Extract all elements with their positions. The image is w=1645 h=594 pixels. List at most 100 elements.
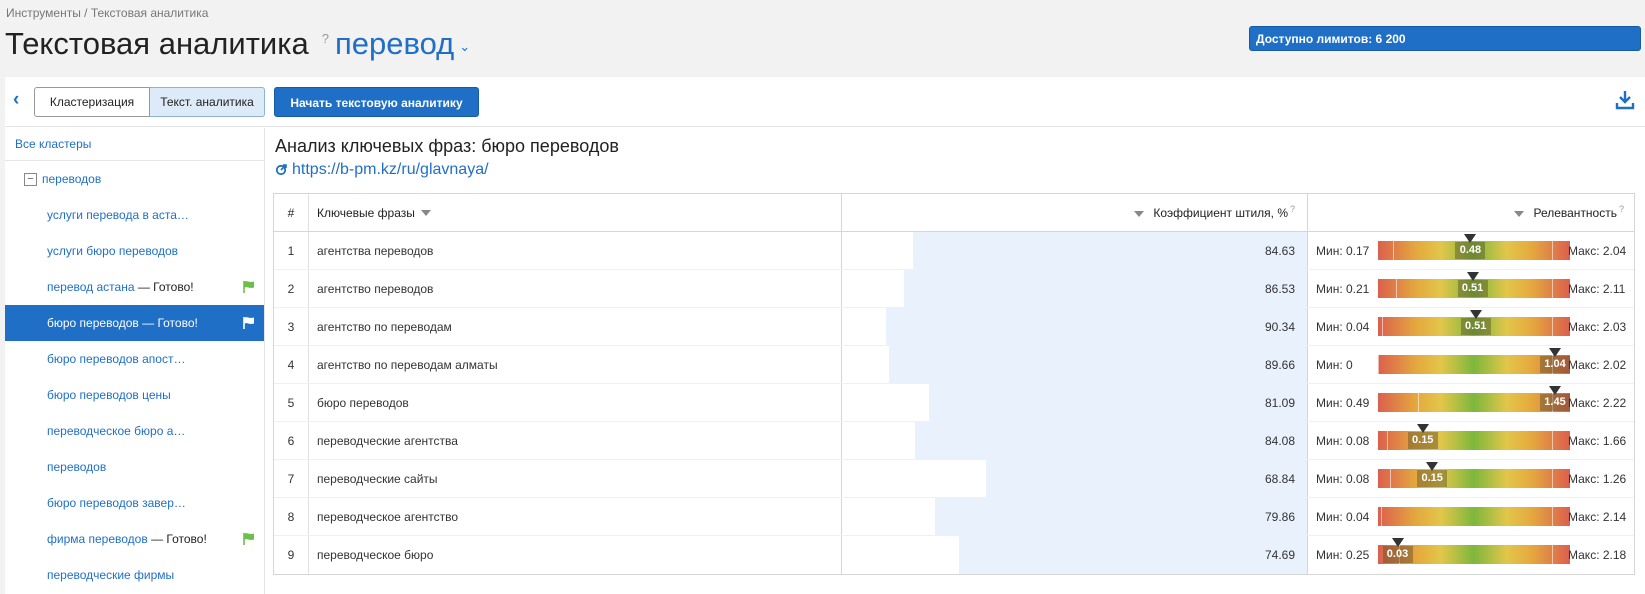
row-number: 4 [274,346,309,383]
mode-switch: Кластеризация Текст. аналитика [34,87,265,117]
relevance-gauge: 0.51 [1378,272,1570,298]
row-number: 1 [274,232,309,269]
coef-bar [958,536,1307,574]
row-number: 7 [274,460,309,497]
row-coef: 84.08 [842,422,1308,460]
collapse-icon[interactable]: − [24,172,37,186]
relevance-gauge [1378,507,1570,526]
relevance-value: 1.45 [1540,394,1570,411]
gauge-tick [1381,507,1383,526]
sidebar-item-label: переводческие фирмы [47,568,175,582]
sort-icon[interactable] [420,209,431,216]
main-panel: ‹ Кластеризация Текст. аналитика Начать … [5,77,1645,594]
table-row[interactable]: 7 переводческие сайты 68.84 Мин: 0.08 0.15 Ма… [274,460,1634,498]
col-phrase-header[interactable]: Ключевые фразы [309,194,842,231]
table-row[interactable]: 1 агентства переводов 84.63 Мин: 0.17 0.48 Ма… [274,232,1634,270]
sidebar-item[interactable]: переводов [5,449,264,485]
row-coef: 90.34 [842,308,1308,346]
gauge-tick [1551,469,1553,488]
sidebar-item[interactable]: бюро переводов цены [5,377,264,413]
coef-bar [986,460,1307,498]
tab-text-analytics[interactable]: Текст. аналитика [150,87,265,117]
col-rel-header[interactable]: Релевантность? [1308,194,1634,231]
coef-value: 90.34 [1264,320,1295,334]
coef-bar [903,270,1307,308]
table-row[interactable]: 5 бюро переводов 81.09 Мин: 0.49 1.45 Макс: 2… [274,384,1634,422]
row-phrase: агентство переводов [309,270,842,307]
all-clusters-link[interactable]: Все кластеры [5,128,264,161]
sidebar-item[interactable]: бюро переводов — Готово! [5,305,264,341]
chevron-left-icon[interactable]: ‹ [13,89,19,111]
gauge-tick [1551,317,1553,336]
tab-clustering[interactable]: Кластеризация [34,87,150,117]
sort-icon[interactable] [1134,210,1145,217]
table-row[interactable]: 9 переводческое бюро 74.69 Мин: 0.25 0.03 Мак… [274,536,1634,574]
sidebar-item[interactable]: услуги перевода в аста… [5,197,264,233]
help-icon[interactable]: ? [322,31,329,46]
sidebar-item-label: услуги бюро переводов [47,244,179,258]
relevance-min: Мин: 0.49 [1316,396,1370,410]
start-analysis-button[interactable]: Начать текстовую аналитику [274,87,479,117]
coef-bar [886,308,1307,346]
col-coef-header[interactable]: Коэффициент штиля, %? [842,194,1308,231]
cluster-root[interactable]: − переводов [5,161,264,197]
relevance-gauge: 0.15 [1378,424,1570,450]
gauge-tick [1389,469,1391,488]
table-body: 1 агентства переводов 84.63 Мин: 0.17 0.48 Ма… [274,232,1634,574]
row-relevance: Мин: 0 1.04 Макс: 2.02 [1308,346,1634,383]
table-row[interactable]: 8 переводческое агентство 79.86 Мин: 0.04 Ма… [274,498,1634,536]
relevance-gauge: 1.45 [1378,386,1570,412]
table-row[interactable]: 2 агентство переводов 86.53 Мин: 0.21 0.51 Ма… [274,270,1634,308]
done-status: — Готово! [134,280,194,294]
download-icon[interactable] [1615,89,1635,111]
help-icon[interactable]: ? [1290,204,1295,214]
relevance-max: Макс: 1.26 [1568,472,1627,486]
sidebar-item[interactable]: бюро переводов апост… [5,341,264,377]
page-url-link[interactable]: https://b-pm.kz/ru/glavnaya/ [292,161,489,179]
coef-value: 68.84 [1264,472,1295,486]
relevance-max: Макс: 1.66 [1568,434,1627,448]
table-row[interactable]: 3 агентство по переводам 90.34 Мин: 0.04 0.5… [274,308,1634,346]
table-row[interactable]: 6 переводческие агентства 84.08 Мин: 0.08 0.… [274,422,1634,460]
title-row: Текстовая аналитика ? перевод ⌄ [5,26,470,62]
relevance-min: Мин: 0.08 [1316,434,1370,448]
row-relevance: Мин: 0.17 0.48 Макс: 2.04 [1308,232,1634,269]
gauge-tick [1381,317,1383,336]
row-coef: 68.84 [842,460,1308,498]
row-phrase: переводческие сайты [309,460,842,497]
sidebar-item[interactable]: услуги бюро переводов [5,233,264,269]
toolbar: ‹ Кластеризация Текст. аналитика Начать … [5,77,1645,127]
row-coef: 74.69 [842,536,1308,574]
sidebar-item[interactable]: бюро переводов завер… [5,485,264,521]
project-selector[interactable]: перевод ⌄ [335,26,470,62]
flag-icon [243,317,254,329]
col-rel-label: Релевантность [1533,206,1617,220]
done-status: — Готово! [138,316,198,330]
coef-value: 84.63 [1264,244,1295,258]
relevance-value: 0.48 [1455,242,1486,259]
row-relevance: Мин: 0.04 0.51 Макс: 2.03 [1308,308,1634,345]
analysis-content: Анализ ключевых фраз: бюро переводов htt… [273,128,1645,575]
help-icon[interactable]: ? [1619,204,1624,214]
sidebar-item[interactable]: перевод астана — Готово! [5,269,264,305]
relevance-gauge: 0.03 [1378,538,1570,564]
relevance-max: Макс: 2.11 [1568,282,1626,296]
sidebar-item-label: перевод астана [47,280,135,294]
coef-value: 81.09 [1264,396,1295,410]
gauge-tick [1378,355,1379,374]
relevance-min: Мин: 0.08 [1316,472,1370,486]
row-number: 9 [274,536,309,574]
page-title: Текстовая аналитика [5,26,309,61]
analysis-title: Анализ ключевых фраз: бюро переводов [275,136,619,156]
sort-icon[interactable] [1514,210,1525,217]
sidebar-item-label: переводческое бюро а… [47,424,186,438]
row-phrase: агентство по переводам алматы [309,346,842,383]
row-relevance: Мин: 0.21 0.51 Макс: 2.11 [1308,270,1634,307]
relevance-min: Мин: 0.04 [1316,320,1370,334]
table-row[interactable]: 4 агентство по переводам алматы 89.66 Мин: … [274,346,1634,384]
sidebar-item[interactable]: переводческие фирмы [5,557,264,593]
cluster-sidebar: Все кластеры − переводов услуги перевода… [5,128,265,594]
sidebar-item[interactable]: фирма переводов — Готово! [5,521,264,557]
sidebar-item[interactable]: переводческое бюро а… [5,413,264,449]
coef-value: 74.69 [1264,548,1295,562]
